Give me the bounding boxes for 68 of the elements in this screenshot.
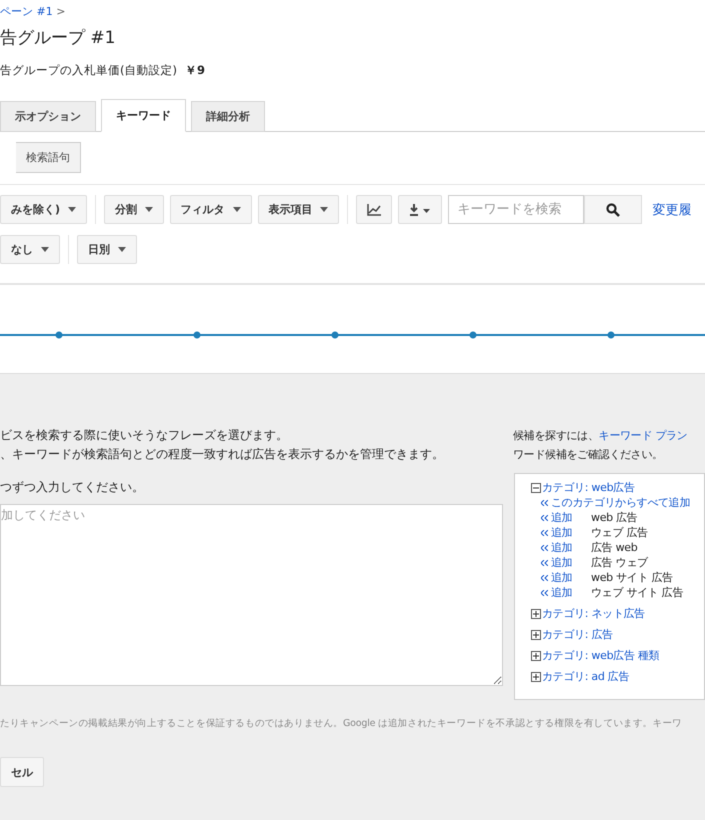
category-link[interactable]: カテゴリ: ad 広告 [542,669,630,684]
category-link[interactable]: カテゴリ: web広告 種類 [542,648,660,663]
keyword-text: 広告 ウェブ [591,555,648,570]
instruction-text: 、キーワードが検索語句とどの程度一致すれば広告を表示するかを管理できます。 [0,446,445,463]
breadcrumb-separator: > [56,5,66,18]
caret-icon [144,207,153,212]
bid-label: 告グループの入札単価(自動設定) [0,63,177,79]
caret-icon [320,207,328,212]
keyword-text: ウェブ サイト 広告 [591,585,683,600]
double-chevron-icon [541,514,548,520]
dropdown-button[interactable]: 表示項目 [258,195,340,224]
caret-icon [118,247,126,252]
disclaimer-text: たりキャンペーンの掲載結果が向上することを保証するものではありません。Google は追加されたキーワードを不承認とする権限を有しています。キーワ [0,717,683,730]
double-chevron-icon [541,530,548,536]
add-link[interactable]: 追加 [551,525,588,540]
add-all-link[interactable]: このカテゴリからすべて追加 [551,495,690,510]
bid-value: ￥9 [184,63,205,79]
tree-toggle-icon[interactable] [531,672,541,682]
add-link[interactable]: 追加 [551,510,588,525]
dropdown-button[interactable]: 日別 [76,235,137,264]
chart-button[interactable] [356,195,392,224]
add-link[interactable]: 追加 [551,555,588,570]
double-chevron-icon [541,590,548,596]
cancel-button[interactable]: セル [0,757,44,787]
line-chart-icon [367,204,382,216]
keyword-planner-link[interactable]: キーワード プラン [598,429,688,442]
dropdown-button[interactable]: フィルタ [170,195,252,224]
entry-prompt: つずつ入力してください。 [0,479,145,495]
page-title: 告グループ #1 [0,27,116,50]
dropdown-button[interactable]: なし [0,235,60,264]
download-button[interactable] [398,195,442,224]
caret-icon [232,207,241,212]
add-link[interactable]: 追加 [551,570,588,585]
keyword-text: web サイト 広告 [591,570,673,585]
tree-toggle-icon[interactable] [531,608,541,618]
download-icon [409,204,432,216]
double-chevron-icon [541,544,548,550]
double-chevron-icon [541,500,548,506]
tab[interactable]: 詳細分析 [191,101,265,132]
instruction-text: ビスを検索する際に使いそうなフレーズを選びます。 [0,427,289,444]
change-history-link[interactable]: 変更履 [652,200,692,218]
add-link[interactable]: 追加 [551,585,588,600]
caret-icon [40,247,49,252]
tree-toggle-icon[interactable] [531,650,541,660]
search-icon [606,202,620,216]
suggestion-hint: ワード候補をご確認ください。 [513,447,664,463]
tab[interactable]: 示オプション [0,101,96,132]
dropdown-button[interactable]: みを除く) [0,195,87,224]
tree-toggle-icon[interactable] [531,630,541,640]
keyword-text: 広告 web [591,540,638,555]
keyword-input-field[interactable]: 加してください [0,504,503,686]
tree-toggle-icon[interactable] [531,482,541,492]
double-chevron-icon [541,560,548,566]
category-link[interactable]: カテゴリ: 広告 [542,627,613,642]
keyword-text: web 広告 [591,510,638,525]
tab[interactable]: キーワード [101,99,186,132]
search-button[interactable] [584,195,642,224]
search-field[interactable]: キーワードを検索 [448,195,584,224]
category-link[interactable]: カテゴリ: web広告 [542,480,635,495]
dropdown-button[interactable]: 分割 [104,195,164,224]
breadcrumb-link[interactable]: ペーン #1 [0,5,53,18]
subtab[interactable]: 検索語句 [16,142,81,173]
keyword-text: ウェブ 広告 [591,525,648,540]
caret-icon [68,207,76,212]
double-chevron-icon [541,574,548,580]
add-link[interactable]: 追加 [551,540,588,555]
suggestion-hint: 候補を探すには、キーワード プラン [513,428,688,444]
category-link[interactable]: カテゴリ: ネット広告 [542,606,645,621]
